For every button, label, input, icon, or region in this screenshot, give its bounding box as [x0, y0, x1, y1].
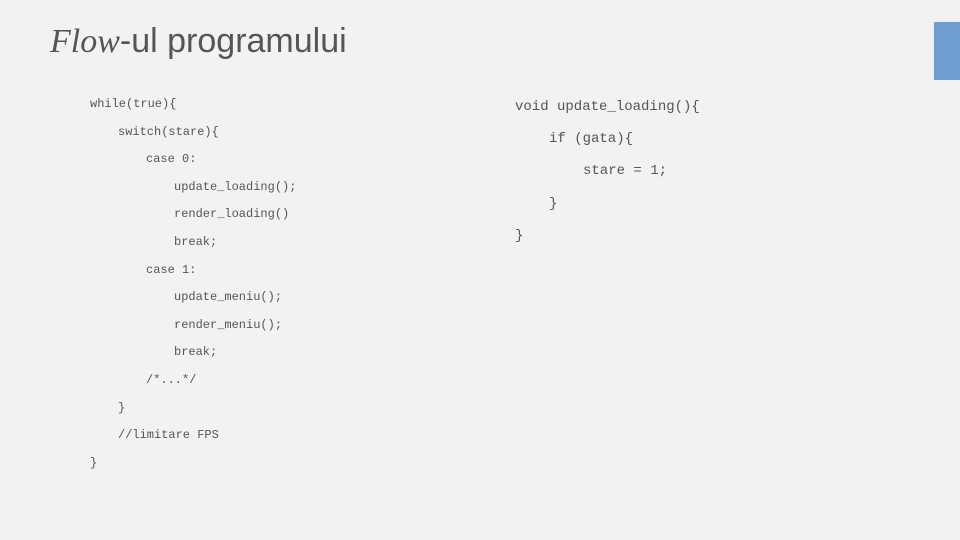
- code-line: break;: [90, 229, 485, 257]
- code-left: while(true){switch(stare){case 0:update_…: [90, 91, 485, 477]
- code-line: update_loading();: [90, 174, 485, 202]
- slide: Flow-ul programului while(true){ switch(s…: [0, 0, 960, 540]
- code-line: }: [90, 456, 97, 470]
- code-line: if (gata){: [515, 123, 910, 155]
- code-right: void update_loading(){if (gata){stare = …: [515, 91, 910, 477]
- page-title: Flow-ul programului: [50, 22, 910, 61]
- code-line: /*...*/: [90, 367, 485, 395]
- code-line: }: [515, 220, 910, 252]
- title-rest: -ul programului: [120, 22, 347, 60]
- code-line: void update_loading(){: [515, 91, 910, 123]
- code-line: update_meniu();: [90, 284, 485, 312]
- code-line: while(true){: [90, 97, 176, 111]
- code-line: stare = 1;: [515, 155, 910, 187]
- code-line: }: [90, 395, 485, 423]
- code-line: //limitare FPS: [90, 422, 485, 450]
- code-line: render_meniu();: [90, 312, 485, 340]
- code-columns: while(true){switch(stare){case 0:update_…: [50, 91, 910, 477]
- accent-bar: [934, 22, 960, 80]
- title-emphasis: Flow: [50, 23, 120, 60]
- code-line: }: [515, 188, 910, 220]
- code-line: render_loading(): [90, 201, 485, 229]
- code-line: switch(stare){: [90, 119, 485, 147]
- code-line: break;: [90, 339, 485, 367]
- code-line: case 1:: [90, 257, 485, 285]
- code-line: case 0:: [90, 146, 485, 174]
